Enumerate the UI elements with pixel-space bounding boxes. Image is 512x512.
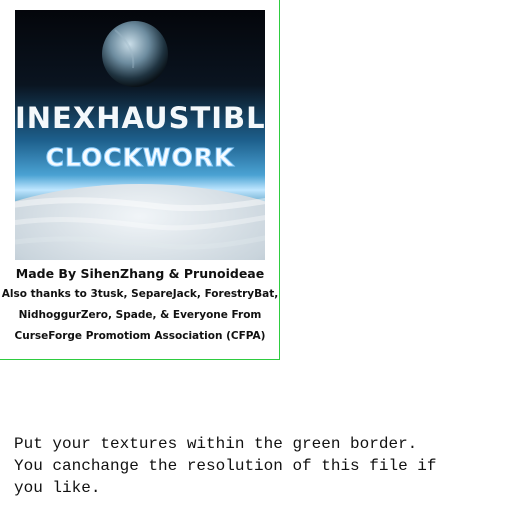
instruction-line-1: Put your textures within the green borde… bbox=[14, 435, 418, 453]
thanks-line-2: NidhoggurZero, Spade, & Everyone From bbox=[18, 309, 262, 321]
pack-artwork: INEXHAUSTIBLE CLOCKWORK bbox=[15, 10, 265, 260]
artwork-title-line1: INEXHAUSTIBLE bbox=[15, 101, 265, 135]
planet-scene-image bbox=[15, 10, 265, 260]
thanks-line-1: Also thanks to 3tusk, SepareJack, Forest… bbox=[1, 288, 279, 300]
thanks-line-3: CurseForge Promotiom Association (CFPA) bbox=[14, 330, 266, 342]
moon-shape bbox=[102, 21, 168, 87]
made-by-text: Made By SihenZhang & Prunoideae bbox=[15, 266, 265, 281]
instruction-line-2: You canchange the resolution of this fil… bbox=[14, 457, 437, 475]
artwork-title-line2: CLOCKWORK bbox=[45, 143, 235, 173]
credits-block: Made By SihenZhang & Prunoideae Also tha… bbox=[0, 266, 280, 347]
instruction-line-3: you like. bbox=[14, 479, 101, 497]
instructions-text: Put your textures within the green borde… bbox=[14, 433, 504, 499]
